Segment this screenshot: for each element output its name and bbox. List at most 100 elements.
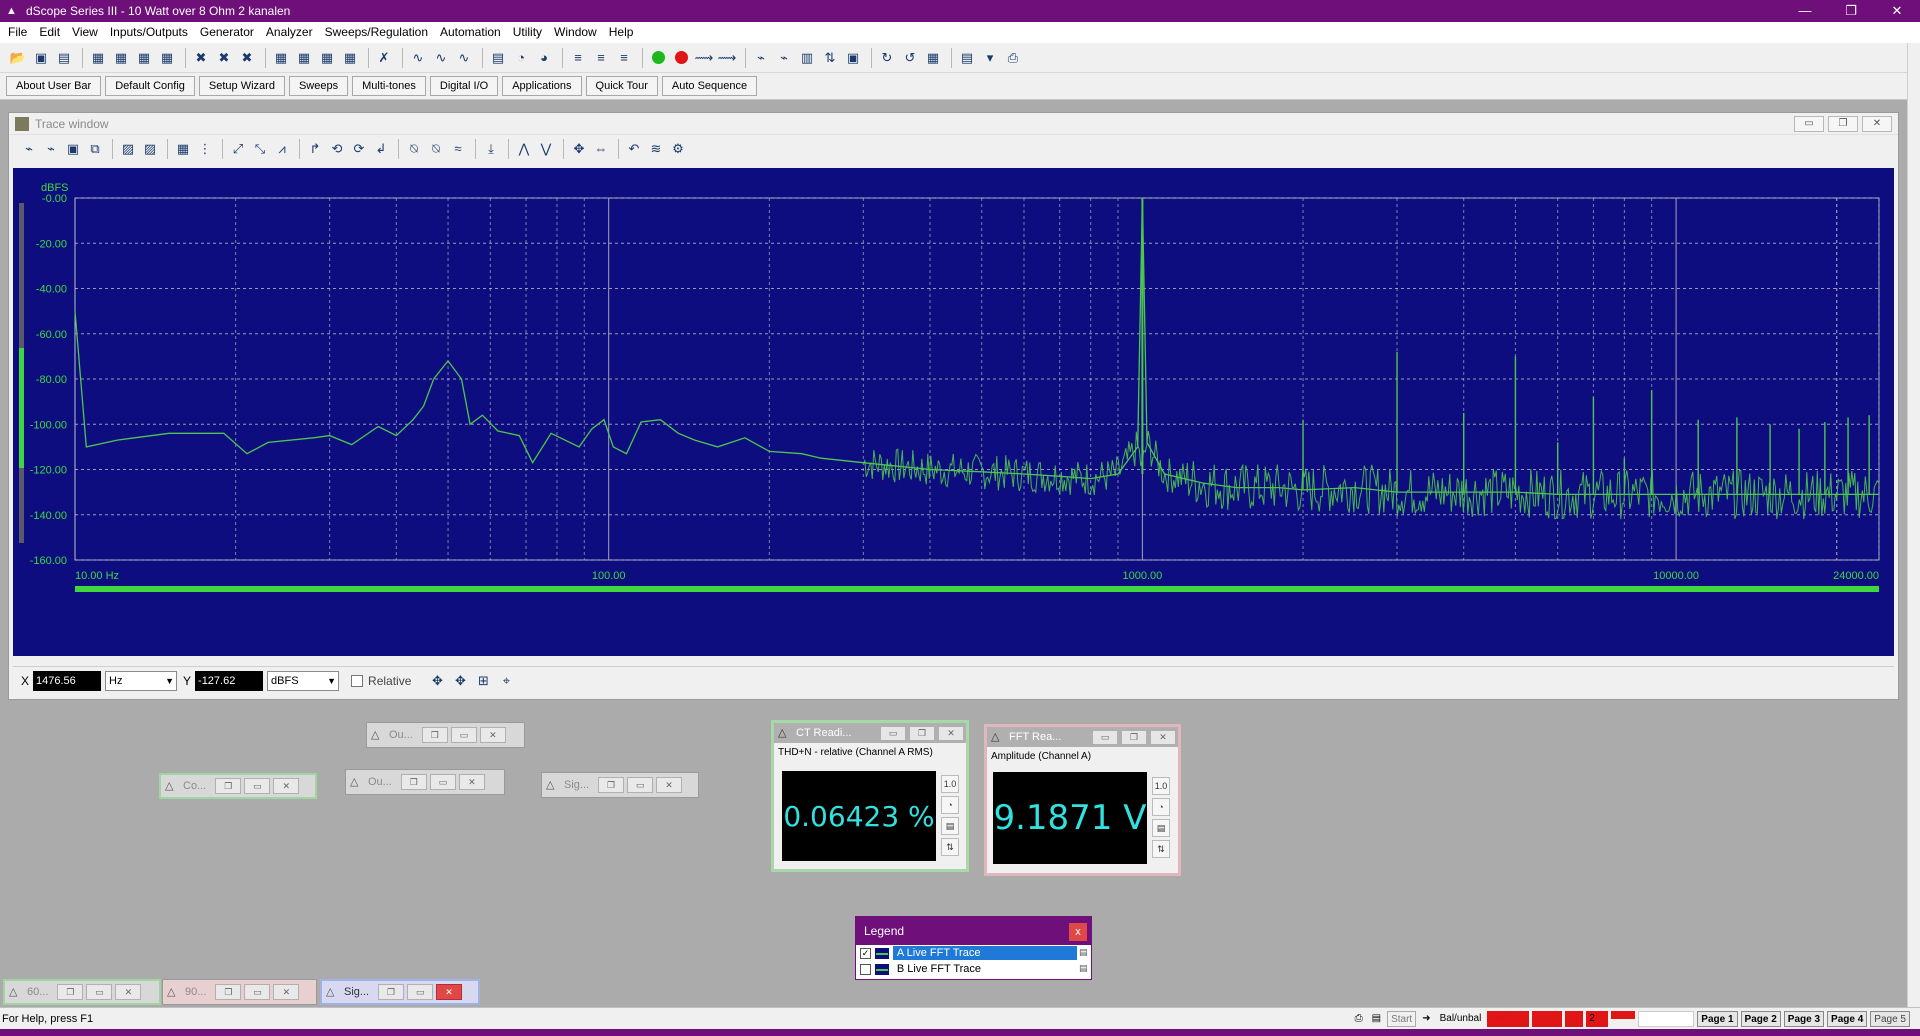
- settings-icon[interactable]: ⚙: [668, 139, 688, 159]
- readout-meter-icon[interactable]: ◔: [941, 796, 959, 814]
- fft-plot[interactable]: -0.00 -20.00 -40.00 -60.00 -80.00 -100.00 -120…: [13, 168, 1894, 656]
- report-icon[interactable]: ▦: [923, 48, 943, 68]
- filter2-icon[interactable]: ≡: [591, 48, 611, 68]
- legend-item-a-checkbox[interactable]: ✓: [860, 947, 871, 959]
- minimize-button[interactable]: —: [1782, 0, 1828, 22]
- legend-close-button[interactable]: x: [1069, 923, 1087, 941]
- panel-maximize-button[interactable]: ▭: [627, 777, 654, 793]
- cursor-snap-icon[interactable]: ⊞: [473, 671, 493, 691]
- menu-window[interactable]: Window: [548, 22, 603, 43]
- default-config-button[interactable]: Default Config: [105, 76, 195, 96]
- quick-tour-button[interactable]: Quick Tour: [585, 76, 658, 96]
- pan-icon[interactable]: ✥: [569, 139, 589, 159]
- trace-save-icon[interactable]: ▣: [63, 139, 83, 159]
- minimized-panel-60[interactable]: △ 60... ❐ ▭ ✕: [3, 979, 161, 1005]
- output-b-icon[interactable]: ▦: [111, 48, 131, 68]
- cursor-icon[interactable]: ↱: [305, 139, 325, 159]
- minimized-panel-signal-2[interactable]: △ Sig... ❐ ▭ ✕: [320, 979, 480, 1005]
- cursor-x-unit-select[interactable]: Hz ▼: [105, 670, 178, 691]
- auto-sequence-button[interactable]: Auto Sequence: [661, 76, 758, 96]
- stop-icon[interactable]: ✗: [374, 48, 394, 68]
- trace-window-titlebar[interactable]: Trace window: [9, 113, 1898, 135]
- meter-icon[interactable]: ◔: [511, 48, 531, 68]
- menu-sweeps-regulation[interactable]: Sweeps/Regulation: [319, 22, 434, 43]
- cursor3-icon[interactable]: ⟳: [349, 139, 369, 159]
- save-icon[interactable]: ▣: [31, 48, 51, 68]
- input-a-icon[interactable]: ▦: [271, 48, 291, 68]
- cursor-x-value[interactable]: 1476.56: [33, 670, 102, 691]
- menu-inputs-outputs[interactable]: Inputs/Outputs: [104, 22, 194, 43]
- zoom-x-icon[interactable]: ⤡: [250, 139, 270, 159]
- digital-io-button[interactable]: Digital I/O: [429, 76, 499, 96]
- automation2-icon[interactable]: ↺: [900, 48, 920, 68]
- readout-restore-button[interactable]: ❐: [909, 725, 935, 741]
- readout-chart-icon[interactable]: ▤: [941, 817, 959, 835]
- readout-close-button[interactable]: ✕: [1150, 729, 1176, 745]
- trace-properties-icon[interactable]: ▤: [1079, 963, 1091, 975]
- menu-automation[interactable]: Automation: [434, 22, 507, 43]
- readout-precision-icon[interactable]: 1.0: [941, 775, 959, 793]
- minimized-panel-output-2[interactable]: △ Ou... ❐ ▭ ✕: [345, 769, 505, 795]
- generator-off-icon[interactable]: ∿: [431, 48, 451, 68]
- sweeps-button[interactable]: Sweeps: [288, 76, 349, 96]
- page-2-tab[interactable]: Page 2: [1740, 1011, 1781, 1027]
- readout-precision-icon[interactable]: 1.0: [1152, 777, 1170, 795]
- table-icon[interactable]: ▦: [173, 139, 193, 159]
- cursor-move-icon[interactable]: ✥: [427, 671, 447, 691]
- print-icon[interactable]: ⎙: [1003, 48, 1023, 68]
- readout-restore-button[interactable]: ❐: [1121, 729, 1147, 745]
- setup-wizard-button[interactable]: Setup Wizard: [198, 76, 285, 96]
- input-b-icon[interactable]: ▦: [294, 48, 314, 68]
- legend-item-b-checkbox[interactable]: [860, 963, 871, 975]
- input-c-icon[interactable]: ▦: [317, 48, 337, 68]
- panel-restore-button[interactable]: ❐: [378, 984, 405, 1000]
- move-icon[interactable]: ⇔: [591, 139, 611, 159]
- cursor2-icon[interactable]: ⟲: [327, 139, 347, 159]
- generator-sweep-icon[interactable]: ∿: [454, 48, 474, 68]
- trace-properties-icon[interactable]: ▤: [1079, 947, 1091, 959]
- panel-maximize-button[interactable]: ▭: [450, 727, 477, 743]
- graph-icon[interactable]: ▨: [118, 139, 138, 159]
- meter2-icon[interactable]: ◕: [534, 48, 554, 68]
- add-trace-icon[interactable]: ⌁: [19, 139, 39, 159]
- about-user-bar-button[interactable]: About User Bar: [6, 76, 102, 96]
- grid-icon[interactable]: ⋮: [195, 139, 215, 159]
- marker-icon[interactable]: ⍉: [404, 139, 424, 159]
- trace2-icon[interactable]: ⌁: [774, 48, 794, 68]
- panel-close-button[interactable]: ✕: [436, 984, 463, 1000]
- menu-analyzer[interactable]: Analyzer: [260, 22, 319, 43]
- panel-maximize-button[interactable]: ▭: [244, 984, 271, 1000]
- menu-help[interactable]: Help: [603, 22, 640, 43]
- run-green-icon[interactable]: [648, 48, 668, 68]
- save-all-icon[interactable]: ▤: [54, 48, 74, 68]
- panel-maximize-button[interactable]: ▭: [407, 984, 434, 1000]
- sweep-active-icon[interactable]: ⟿: [717, 48, 737, 68]
- legend-item-a[interactable]: ✓ A Live FFT Trace ▤: [856, 945, 1091, 961]
- trace-icon[interactable]: ⌁: [751, 48, 771, 68]
- zoom-icon[interactable]: ⤢: [228, 139, 248, 159]
- filter3-icon[interactable]: ≡: [614, 48, 634, 68]
- legend-titlebar[interactable]: Legend x: [856, 917, 1091, 945]
- filter-icon[interactable]: ≡: [568, 48, 588, 68]
- vertical-scrollbar[interactable]: [1907, 43, 1920, 1007]
- panel-close-button[interactable]: ✕: [273, 778, 300, 794]
- scope-icon[interactable]: ▣: [843, 48, 863, 68]
- applications-button[interactable]: Applications: [502, 76, 582, 96]
- page-1-tab[interactable]: Page 1: [1697, 1011, 1738, 1027]
- menu-utility[interactable]: Utility: [507, 22, 548, 43]
- multi-tones-button[interactable]: Multi-tones: [352, 76, 426, 96]
- input-d-icon[interactable]: ▦: [340, 48, 360, 68]
- panel-maximize-button[interactable]: ▭: [429, 774, 456, 790]
- peak-icon[interactable]: ⋀: [514, 139, 534, 159]
- limits-icon[interactable]: ⇅: [820, 48, 840, 68]
- trace-restore-button[interactable]: ❐: [1828, 116, 1858, 132]
- page-5-tab[interactable]: Page 5: [1870, 1011, 1910, 1027]
- relative-checkbox[interactable]: Relative: [351, 674, 411, 688]
- readout-meter-icon[interactable]: ◔: [1152, 798, 1170, 816]
- graph2-icon[interactable]: ▨: [140, 139, 160, 159]
- output-mute-icon[interactable]: ✖: [214, 48, 234, 68]
- readout-limits-icon[interactable]: ⇅: [941, 838, 959, 856]
- output-mute2-icon[interactable]: ✖: [237, 48, 257, 68]
- close-button[interactable]: ✕: [1874, 0, 1920, 22]
- autoscale-icon[interactable]: ⩘: [272, 139, 292, 159]
